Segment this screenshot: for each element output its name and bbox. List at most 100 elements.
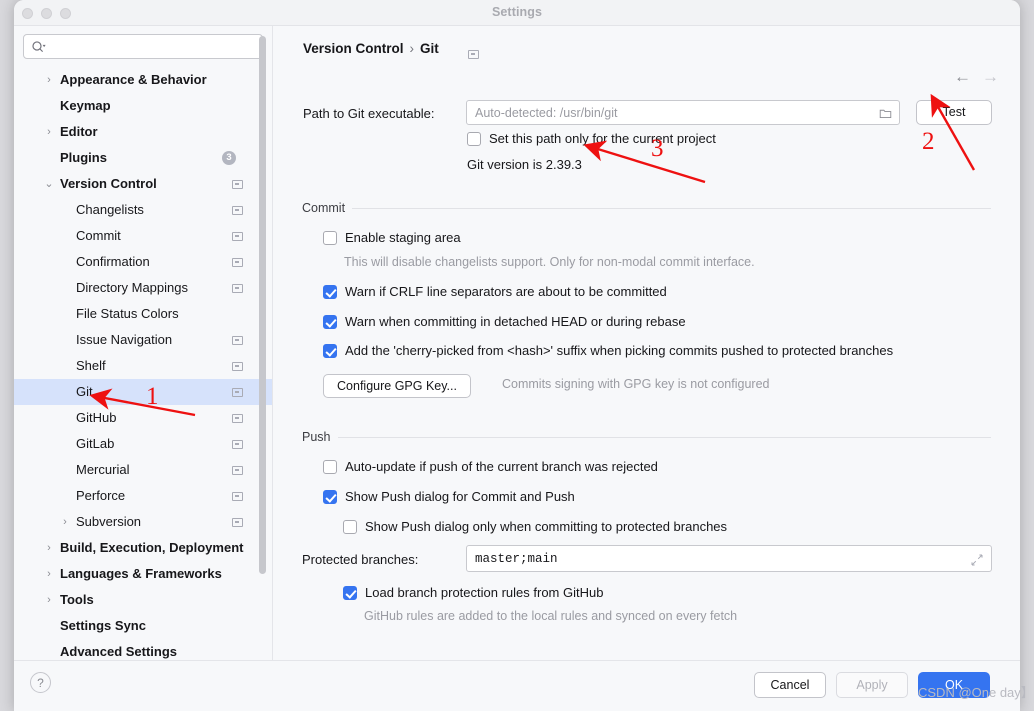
gpg-status-text: Commits signing with GPG key is not conf… xyxy=(502,377,770,391)
sidebar-item-label: GitLab xyxy=(76,436,115,451)
chevron-right-icon[interactable]: › xyxy=(42,67,56,93)
project-scope-icon xyxy=(232,440,243,449)
sidebar-item-label: Version Control xyxy=(60,176,157,191)
test-button[interactable]: Test xyxy=(916,100,992,125)
project-scope-icon xyxy=(232,492,243,501)
cherry-picked-suffix-checkbox[interactable] xyxy=(323,344,337,358)
protected-branches-value: master;main xyxy=(475,551,558,566)
commit-group-divider xyxy=(351,208,991,209)
sidebar-item-directory-mappings[interactable]: Directory Mappings xyxy=(14,275,272,301)
plugin-count-badge: 3 xyxy=(222,151,236,165)
configure-gpg-key-button[interactable]: Configure GPG Key... xyxy=(323,374,471,398)
sidebar-item-git[interactable]: Git xyxy=(14,379,272,405)
sidebar-item-file-status-colors[interactable]: File Status Colors xyxy=(14,301,272,327)
sidebar-item-label: Confirmation xyxy=(76,254,150,269)
annotation-number-2: 2 xyxy=(922,128,935,155)
sidebar-item-tools[interactable]: › Tools xyxy=(14,587,272,613)
project-scope-icon xyxy=(232,388,243,397)
sidebar-item-label: Advanced Settings xyxy=(60,644,178,659)
sidebar-item-issue-navigation[interactable]: Issue Navigation xyxy=(14,327,272,353)
sidebar-item-label: Directory Mappings xyxy=(76,280,188,295)
settings-tree[interactable]: › Appearance & Behavior Keymap › Editor Plugi… xyxy=(14,67,272,660)
sidebar-item-shelf[interactable]: Shelf xyxy=(14,353,272,379)
project-scope-icon xyxy=(232,180,243,189)
git-executable-placeholder: Auto-detected: /usr/bin/git xyxy=(475,105,618,120)
commit-group-title: Commit xyxy=(302,201,353,215)
project-scope-icon xyxy=(468,50,479,59)
sidebar-item-label: Subversion xyxy=(76,514,142,529)
sidebar-item-editor[interactable]: › Editor xyxy=(14,119,272,145)
annotation-number-1: 1 xyxy=(146,383,159,410)
set-path-project-only-checkbox[interactable] xyxy=(467,132,481,146)
project-scope-icon xyxy=(232,362,243,371)
cancel-button[interactable]: Cancel xyxy=(754,672,826,698)
sidebar-item-label: Perforce xyxy=(76,488,126,503)
nav-forward-icon[interactable]: → xyxy=(982,68,999,85)
sidebar-item-keymap[interactable]: Keymap xyxy=(14,93,272,119)
sidebar-item-commit[interactable]: Commit xyxy=(14,223,272,249)
chevron-right-icon[interactable]: › xyxy=(42,119,56,145)
auto-update-push-checkbox[interactable] xyxy=(323,460,337,474)
warn-detached-head-checkbox[interactable] xyxy=(323,315,337,329)
enable-staging-area-checkbox[interactable] xyxy=(323,231,337,245)
show-push-dialog-protected-label: Show Push dialog only when committing to… xyxy=(365,519,728,534)
warn-crlf-checkbox[interactable] xyxy=(323,285,337,299)
help-button[interactable]: ? xyxy=(30,672,51,693)
chevron-right-icon[interactable]: › xyxy=(42,535,56,561)
sidebar-item-subversion[interactable]: › Subversion xyxy=(14,509,272,535)
breadcrumb-parent[interactable]: Version Control xyxy=(303,41,404,56)
search-input[interactable] xyxy=(51,35,258,58)
show-push-dialog-label: Show Push dialog for Commit and Push xyxy=(345,489,575,504)
git-executable-field[interactable]: Auto-detected: /usr/bin/git xyxy=(466,100,900,125)
push-group-title: Push xyxy=(302,430,338,444)
sidebar-item-gitlab[interactable]: GitLab xyxy=(14,431,272,457)
chevron-right-icon[interactable]: › xyxy=(42,587,56,613)
sidebar-item-label: Build, Execution, Deployment xyxy=(60,540,244,555)
sidebar-item-languages-frameworks[interactable]: › Languages & Frameworks xyxy=(14,561,272,587)
chevron-down-icon[interactable]: ⌄ xyxy=(42,171,56,197)
sidebar-item-label: Git xyxy=(76,384,93,399)
protected-branches-label: Protected branches: xyxy=(302,552,419,567)
apply-button[interactable]: Apply xyxy=(836,672,908,698)
enable-staging-area-label: Enable staging area xyxy=(345,230,461,245)
window-title: Settings xyxy=(491,5,543,19)
sidebar-item-label: Commit xyxy=(76,228,121,243)
protected-branches-field[interactable]: master;main xyxy=(466,545,992,572)
sidebar-item-github[interactable]: GitHub xyxy=(14,405,272,431)
sidebar-item-settings-sync[interactable]: Settings Sync xyxy=(14,613,272,639)
nav-back-icon[interactable]: ← xyxy=(954,68,971,85)
show-push-dialog-checkbox[interactable] xyxy=(323,490,337,504)
sidebar-item-confirmation[interactable]: Confirmation xyxy=(14,249,272,275)
sidebar-item-appearance-behavior[interactable]: › Appearance & Behavior xyxy=(14,67,272,93)
push-group-divider xyxy=(335,437,991,438)
dialog-footer: ? Cancel Apply OK xyxy=(14,660,1020,711)
sidebar-item-label: Issue Navigation xyxy=(76,332,173,347)
sidebar-item-build-execution-deployment[interactable]: › Build, Execution, Deployment xyxy=(14,535,272,561)
project-scope-icon xyxy=(232,284,243,293)
sidebar-item-changelists[interactable]: Changelists xyxy=(14,197,272,223)
chevron-right-icon[interactable]: › xyxy=(58,509,72,535)
sidebar-item-label: Editor xyxy=(60,124,98,139)
sidebar-item-mercurial[interactable]: Mercurial xyxy=(14,457,272,483)
sidebar-item-label: Shelf xyxy=(76,358,106,373)
expand-field-icon[interactable] xyxy=(971,554,983,566)
show-push-dialog-protected-checkbox[interactable] xyxy=(343,520,357,534)
sidebar-item-plugins[interactable]: Plugins 3 xyxy=(14,145,272,171)
browse-folder-icon[interactable] xyxy=(879,107,892,120)
sidebar-item-perforce[interactable]: Perforce xyxy=(14,483,272,509)
breadcrumb: Version Control › Git xyxy=(303,41,439,56)
load-branch-protection-checkbox[interactable] xyxy=(343,586,357,600)
settings-window: Settings › Appearance & Behavior Keymap › Ed… xyxy=(14,0,1020,711)
staging-area-hint: This will disable changelists support. O… xyxy=(344,255,755,269)
sidebar-scrollbar[interactable] xyxy=(259,36,266,574)
chevron-right-icon[interactable]: › xyxy=(42,561,56,587)
load-branch-protection-hint: GitHub rules are added to the local rule… xyxy=(364,609,738,623)
window-titlebar: Settings xyxy=(14,0,1020,26)
search-box[interactable] xyxy=(23,34,263,59)
warn-detached-head-label: Warn when committing in detached HEAD or… xyxy=(345,314,686,329)
project-scope-icon xyxy=(232,336,243,345)
set-path-project-only-label: Set this path only for the current proje… xyxy=(489,131,716,146)
sidebar-item-advanced-settings[interactable]: Advanced Settings xyxy=(14,639,272,660)
project-scope-icon xyxy=(232,518,243,527)
sidebar-item-version-control[interactable]: ⌄ Version Control xyxy=(14,171,272,197)
